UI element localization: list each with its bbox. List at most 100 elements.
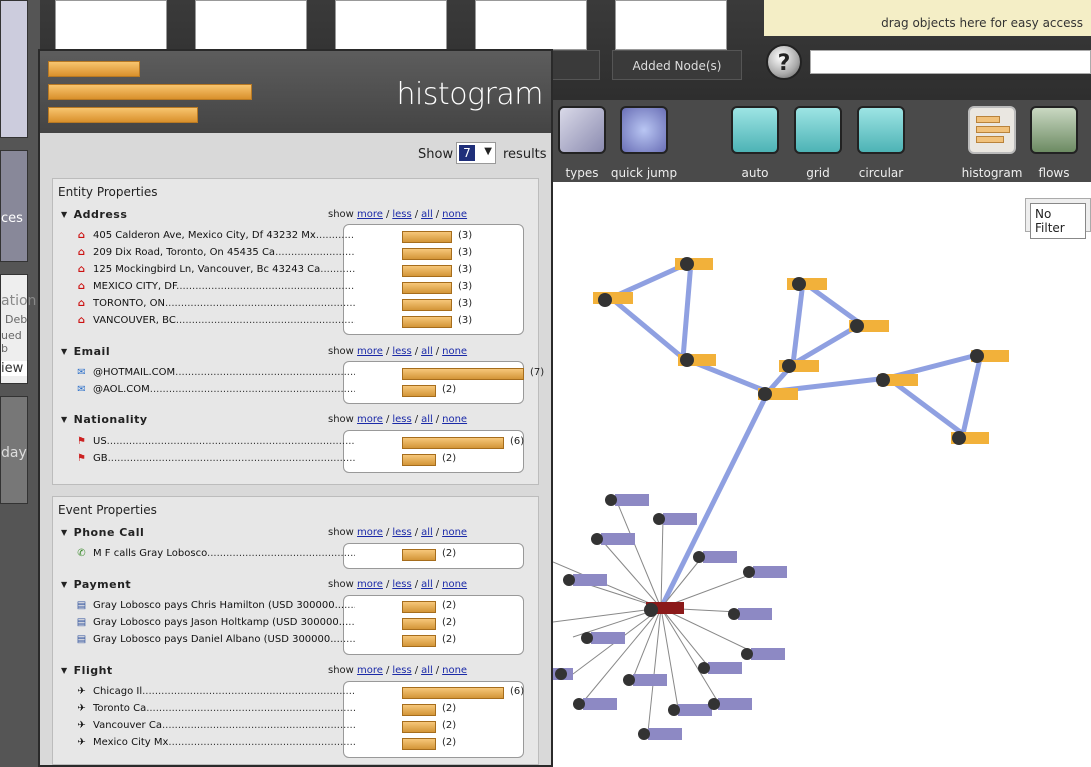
show-less-link[interactable]: less xyxy=(392,414,411,425)
help-icon[interactable]: ? xyxy=(766,44,802,80)
filter-select[interactable]: No Filter xyxy=(1025,198,1091,239)
group-title[interactable]: ▼ Phone Call xyxy=(61,526,144,539)
show-all-link[interactable]: all xyxy=(421,414,433,425)
side-thumbnail[interactable] xyxy=(0,0,28,138)
histogram-row[interactable]: ⚑ US.....................................… xyxy=(75,434,535,451)
triangle-down-icon[interactable]: ▼ xyxy=(61,347,68,356)
histogram-row[interactable]: ⚑ GB.....................................… xyxy=(75,451,535,468)
network-graph[interactable] xyxy=(552,182,1091,767)
show-more-link[interactable]: more xyxy=(357,209,383,220)
show-all-link[interactable]: all xyxy=(421,579,433,590)
histogram-row[interactable]: ⌂ 405 Calderon Ave, Mexico City, Df 43232… xyxy=(75,228,535,245)
count-bar[interactable] xyxy=(402,601,436,613)
show-all-link[interactable]: all xyxy=(421,346,433,357)
histogram-row[interactable]: ✉ @HOTMAIL.COM...........................… xyxy=(75,365,544,382)
show-less-link[interactable]: less xyxy=(392,209,411,220)
count-bar[interactable] xyxy=(402,704,436,716)
count-bar[interactable] xyxy=(402,721,436,733)
show-none-link[interactable]: none xyxy=(442,346,467,357)
tool-circular[interactable]: circular xyxy=(845,106,917,180)
tool-grid[interactable]: grid xyxy=(782,106,854,180)
count-bar[interactable] xyxy=(402,385,436,397)
count-bar[interactable] xyxy=(402,248,452,260)
show-all-link[interactable]: all xyxy=(421,527,433,538)
show-more-link[interactable]: more xyxy=(357,665,383,676)
group-title[interactable]: ▼ Payment xyxy=(61,578,131,591)
count-bar[interactable] xyxy=(402,265,452,277)
count-bar[interactable] xyxy=(402,437,504,449)
count-bar[interactable] xyxy=(402,618,436,630)
show-none-link[interactable]: none xyxy=(442,527,467,538)
graph-thumbnail[interactable] xyxy=(475,0,587,50)
show-all-link[interactable]: all xyxy=(421,209,433,220)
separator: / xyxy=(435,346,440,357)
count-bar[interactable] xyxy=(402,231,452,243)
histogram-row[interactable]: ⌂ 209 Dix Road, Toronto, On 45435 Ca.....… xyxy=(75,245,535,262)
tool-flows[interactable]: flows xyxy=(1018,106,1090,180)
show-more-link[interactable]: more xyxy=(357,579,383,590)
tool-auto[interactable]: auto xyxy=(719,106,791,180)
group-title[interactable]: ▼ Email xyxy=(61,345,110,358)
histogram-row[interactable]: ▤ Gray Lobosco pays Chris Hamilton (USD 3… xyxy=(75,598,535,615)
graph-thumbnail[interactable] xyxy=(195,0,307,50)
histogram-row[interactable]: ⌂ TORONTO, ON............................… xyxy=(75,296,535,313)
graph-canvas[interactable]: No Filter xyxy=(552,182,1091,767)
count-bar[interactable] xyxy=(402,549,436,561)
show-more-link[interactable]: more xyxy=(357,346,383,357)
row-count: (6) xyxy=(510,686,525,697)
count-bar[interactable] xyxy=(402,687,504,699)
histogram-row[interactable]: ▤ Gray Lobosco pays Daniel Albano (USD 30… xyxy=(75,632,535,649)
count-bar[interactable] xyxy=(402,635,436,647)
group-title[interactable]: ▼ Nationality xyxy=(61,413,148,426)
results-count-select[interactable]: 7 ▼ xyxy=(456,142,496,164)
histogram-row[interactable]: ✈ Mexico City Mx.........................… xyxy=(75,735,535,752)
show-none-link[interactable]: none xyxy=(442,414,467,425)
show-less-link[interactable]: less xyxy=(392,346,411,357)
histogram-row[interactable]: ✈ Chicago Il.............................… xyxy=(75,684,535,701)
triangle-down-icon[interactable]: ▼ xyxy=(61,210,68,219)
histogram-row[interactable]: ⌂ 125 Mockingbird Ln, Vancouver, Bc 43243… xyxy=(75,262,535,279)
histogram-row[interactable]: ✉ @AOL.COM...............................… xyxy=(75,382,535,399)
show-none-link[interactable]: none xyxy=(442,579,467,590)
show-none-link[interactable]: none xyxy=(442,665,467,676)
count-bar[interactable] xyxy=(402,454,436,466)
histogram-row[interactable]: ⌂ MEXICO CITY, DF........................… xyxy=(75,279,535,296)
histogram-logo-bar xyxy=(48,61,140,77)
side-thumbnail[interactable]: ation Deb ued b iew xyxy=(0,274,36,384)
count-bar[interactable] xyxy=(402,738,436,750)
show-less-link[interactable]: less xyxy=(392,527,411,538)
row-label-text: Mexico City Mx xyxy=(93,737,169,748)
count-bar[interactable] xyxy=(402,368,524,380)
count-bar[interactable] xyxy=(402,299,452,311)
triangle-down-icon[interactable]: ▼ xyxy=(61,666,68,675)
graph-thumbnail[interactable] xyxy=(335,0,447,50)
graph-thumbnail[interactable] xyxy=(55,0,167,50)
show-less-link[interactable]: less xyxy=(392,579,411,590)
side-thumbnail[interactable]: day xyxy=(0,396,28,504)
triangle-down-icon[interactable]: ▼ xyxy=(61,580,68,589)
histogram-row[interactable]: ✈ Toronto Ca.............................… xyxy=(75,701,535,718)
histogram-row[interactable]: ⌂ VANCOUVER, BC..........................… xyxy=(75,313,535,330)
histogram-logo-bar xyxy=(48,84,252,100)
row-label-text: @HOTMAIL.COM xyxy=(93,367,176,378)
histogram-row[interactable]: ✈ Vancouver Ca...........................… xyxy=(75,718,535,735)
triangle-down-icon[interactable]: ▼ xyxy=(61,415,68,424)
group-title[interactable]: ▼ Flight xyxy=(61,664,113,677)
drag-drop-zone[interactable]: drag objects here for easy access xyxy=(764,0,1091,36)
group-title[interactable]: ▼ Address xyxy=(61,208,127,221)
histogram-row[interactable]: ✆ M F calls Gray Lobosco.................… xyxy=(75,546,535,563)
quick-jump-icon xyxy=(620,106,668,154)
count-bar[interactable] xyxy=(402,282,452,294)
graph-thumbnail[interactable] xyxy=(615,0,727,50)
show-more-link[interactable]: more xyxy=(357,527,383,538)
count-bar[interactable] xyxy=(402,316,452,328)
tool-quick-jump[interactable]: quick jump xyxy=(608,106,680,180)
show-none-link[interactable]: none xyxy=(442,209,467,220)
show-less-link[interactable]: less xyxy=(392,665,411,676)
triangle-down-icon[interactable]: ▼ xyxy=(61,528,68,537)
show-more-link[interactable]: more xyxy=(357,414,383,425)
histogram-row[interactable]: ▤ Gray Lobosco pays Jason Holtkamp (USD 3… xyxy=(75,615,535,632)
side-thumbnail[interactable]: ces xyxy=(0,150,28,262)
show-all-link[interactable]: all xyxy=(421,665,433,676)
search-input[interactable] xyxy=(810,50,1091,74)
